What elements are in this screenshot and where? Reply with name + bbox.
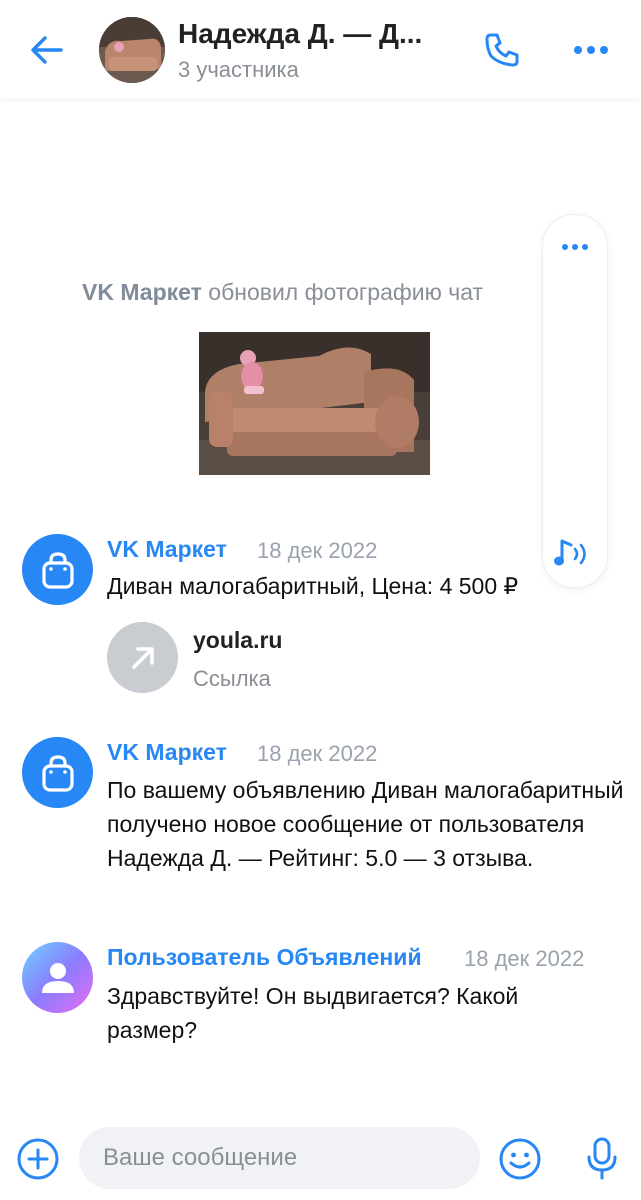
message-author[interactable]: Пользователь Объявлений [107, 944, 422, 971]
emoji-button[interactable] [496, 1135, 544, 1183]
call-button[interactable] [478, 26, 526, 74]
link-title: youla.ru [193, 627, 283, 653]
service-message-actor[interactable]: VK Маркет [82, 279, 202, 305]
smile-icon [499, 1138, 541, 1180]
chat-avatar-photo [99, 17, 165, 83]
more-dots-icon [560, 244, 590, 250]
message-text: Здравствуйте! Он выдвигается? Какой разм… [107, 983, 519, 1043]
more-dots-icon [572, 46, 611, 54]
arrow-up-right-icon [131, 646, 154, 669]
author-avatar[interactable] [22, 534, 93, 605]
more-options-button[interactable] [566, 30, 616, 70]
message-input[interactable] [79, 1127, 480, 1189]
chat-members-count[interactable]: 3 участника [178, 57, 299, 83]
microphone-icon [587, 1137, 617, 1180]
user-icon [41, 962, 74, 993]
sofa-photo [199, 332, 430, 475]
chat-photo-thumbnail[interactable] [199, 332, 430, 475]
author-avatar[interactable] [22, 942, 93, 1013]
message-item: Пользователь Объявлений 18 дек 2022 Здра… [0, 940, 641, 1060]
phone-icon [485, 33, 519, 67]
link-subtitle: Ссылка [193, 666, 271, 691]
chat-header: Надежда Д. — Д... 3 участника [0, 0, 641, 98]
message-time: 18 дек 2022 [257, 741, 378, 766]
chat-avatar[interactable] [99, 17, 165, 83]
back-button[interactable] [22, 28, 70, 72]
attach-button[interactable] [14, 1135, 62, 1183]
arrow-left-icon [31, 36, 63, 64]
message-time: 18 дек 2022 [464, 946, 585, 971]
service-message-action: обновил фотографию чат [201, 279, 484, 305]
message-item: VK Маркет 18 дек 2022 По вашему объявлен… [0, 735, 641, 915]
shopping-bag-icon [41, 754, 74, 792]
plus-circle-icon [17, 1138, 59, 1180]
message-time: 18 дек 2022 [257, 538, 378, 563]
link-attachment[interactable]: youla.ru Ссылка [107, 622, 507, 694]
side-panel-more-button[interactable] [557, 237, 593, 257]
voice-message-button[interactable] [578, 1133, 626, 1185]
service-message: VK Маркет обновил фотографию чат [82, 279, 542, 306]
chat-title[interactable]: Надежда Д. — Д... [178, 18, 422, 50]
message-composer [0, 1118, 641, 1200]
link-icon-circle [107, 622, 178, 693]
author-avatar[interactable] [22, 737, 93, 808]
message-author[interactable]: VK Маркет [107, 536, 227, 563]
shopping-bag-icon [41, 551, 74, 589]
message-text: По вашему объявлению Диван малогабаритны… [107, 777, 624, 871]
message-author[interactable]: VK Маркет [107, 739, 227, 766]
message-text: Диван малогабаритный, Цена: 4 500 ₽ [107, 573, 519, 599]
